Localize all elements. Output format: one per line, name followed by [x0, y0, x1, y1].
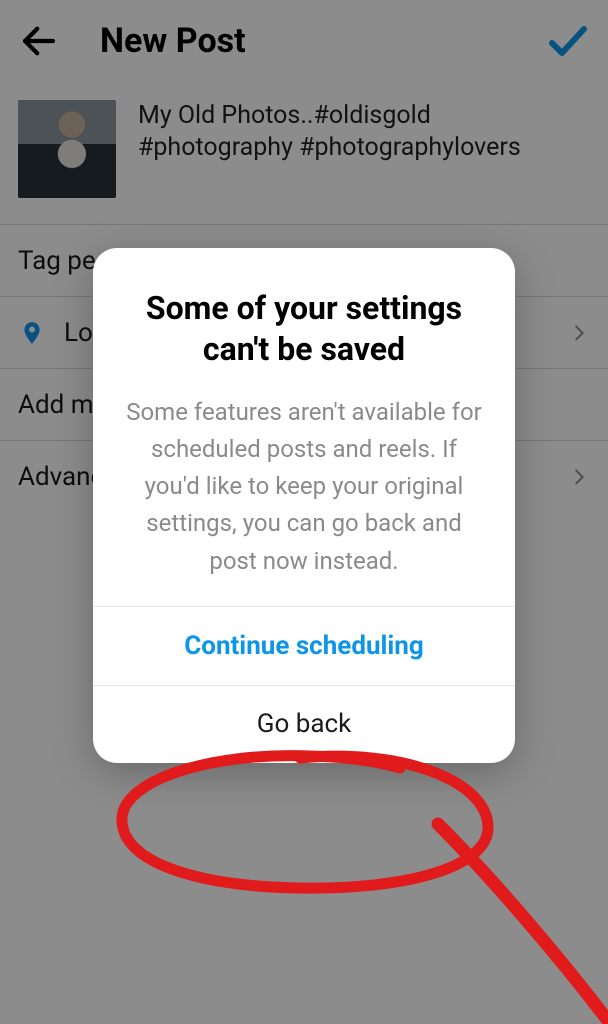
screen: New Post My Old Photos..#oldisgold #phot…: [0, 0, 608, 1024]
modal-body: Some features aren't available for sched…: [123, 394, 485, 580]
settings-warning-modal: Some of your settings can't be saved Som…: [93, 248, 515, 763]
modal-title: Some of your settings can't be saved: [123, 288, 485, 370]
continue-scheduling-button[interactable]: Continue scheduling: [93, 607, 515, 685]
modal-content: Some of your settings can't be saved Som…: [93, 248, 515, 606]
go-back-button[interactable]: Go back: [93, 685, 515, 763]
modal-actions: Continue scheduling Go back: [93, 606, 515, 763]
